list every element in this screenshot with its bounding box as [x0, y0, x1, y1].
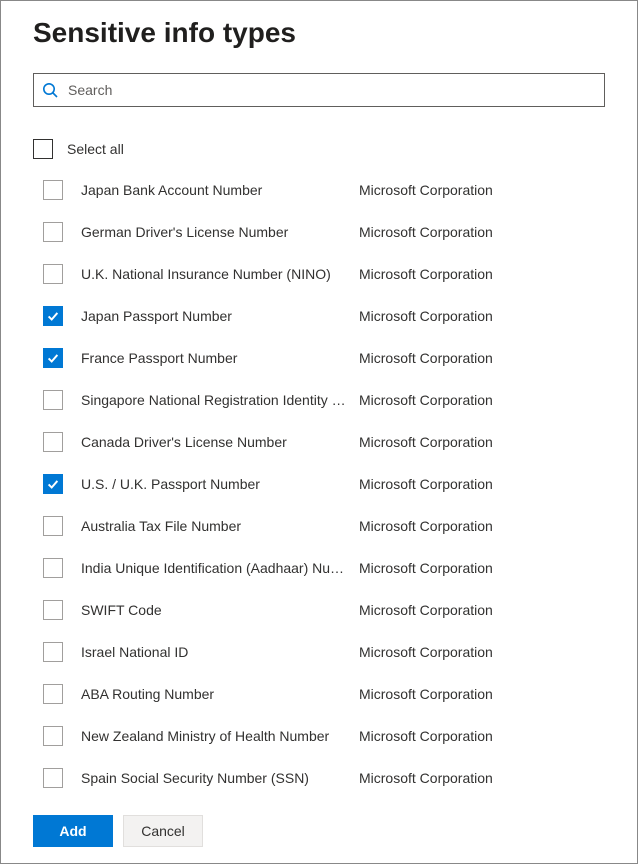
item-publisher: Microsoft Corporation	[359, 728, 605, 744]
item-name: Australia Tax File Number	[81, 518, 359, 534]
list-item[interactable]: Japan Bank Account NumberMicrosoft Corpo…	[33, 169, 605, 211]
list-item[interactable]: Canada Driver's License NumberMicrosoft …	[33, 421, 605, 463]
item-publisher: Microsoft Corporation	[359, 182, 605, 198]
item-name: German Driver's License Number	[81, 224, 359, 240]
item-publisher: Microsoft Corporation	[359, 686, 605, 702]
footer: Add Cancel	[1, 803, 637, 863]
item-name: Canada Driver's License Number	[81, 434, 359, 450]
item-name: ABA Routing Number	[81, 686, 359, 702]
item-publisher: Microsoft Corporation	[359, 434, 605, 450]
cancel-button[interactable]: Cancel	[123, 815, 203, 847]
select-all-label: Select all	[67, 141, 124, 157]
item-publisher: Microsoft Corporation	[359, 560, 605, 576]
item-name: U.K. National Insurance Number (NINO)	[81, 266, 359, 282]
item-name: Japan Passport Number	[81, 308, 359, 324]
list-item[interactable]: Japan Passport NumberMicrosoft Corporati…	[33, 295, 605, 337]
item-checkbox[interactable]	[43, 432, 63, 452]
list-item[interactable]: Australia Tax File NumberMicrosoft Corpo…	[33, 505, 605, 547]
item-publisher: Microsoft Corporation	[359, 602, 605, 618]
item-checkbox[interactable]	[43, 768, 63, 788]
item-publisher: Microsoft Corporation	[359, 518, 605, 534]
checkmark-icon	[46, 351, 60, 365]
item-checkbox[interactable]	[43, 264, 63, 284]
item-checkbox[interactable]	[43, 684, 63, 704]
item-name: Israel National ID	[81, 644, 359, 660]
item-checkbox[interactable]	[43, 474, 63, 494]
list-item[interactable]: Spain Social Security Number (SSN)Micros…	[33, 757, 605, 799]
checkmark-icon	[46, 309, 60, 323]
list-item[interactable]: New Zealand Ministry of Health NumberMic…	[33, 715, 605, 757]
list-item[interactable]: U.S. / U.K. Passport NumberMicrosoft Cor…	[33, 463, 605, 505]
list-item[interactable]: India Unique Identification (Aadhaar) Nu…	[33, 547, 605, 589]
list-item[interactable]: ABA Routing NumberMicrosoft Corporation	[33, 673, 605, 715]
item-publisher: Microsoft Corporation	[359, 770, 605, 786]
item-publisher: Microsoft Corporation	[359, 644, 605, 660]
list-item[interactable]: Israel National IDMicrosoft Corporation	[33, 631, 605, 673]
item-checkbox[interactable]	[43, 642, 63, 662]
item-checkbox[interactable]	[43, 726, 63, 746]
item-checkbox[interactable]	[43, 180, 63, 200]
item-name: SWIFT Code	[81, 602, 359, 618]
item-checkbox[interactable]	[43, 222, 63, 242]
item-checkbox[interactable]	[43, 600, 63, 620]
item-checkbox[interactable]	[43, 306, 63, 326]
list-item[interactable]: U.K. National Insurance Number (NINO)Mic…	[33, 253, 605, 295]
item-name: Japan Bank Account Number	[81, 182, 359, 198]
checkmark-icon	[46, 477, 60, 491]
item-checkbox[interactable]	[43, 558, 63, 578]
item-checkbox[interactable]	[43, 516, 63, 536]
list-item[interactable]: SWIFT CodeMicrosoft Corporation	[33, 589, 605, 631]
item-checkbox[interactable]	[43, 390, 63, 410]
item-publisher: Microsoft Corporation	[359, 392, 605, 408]
item-name: India Unique Identification (Aadhaar) Nu…	[81, 560, 359, 576]
search-input[interactable]	[66, 81, 596, 99]
item-checkbox[interactable]	[43, 348, 63, 368]
list-item[interactable]: Singapore National Registration Identity…	[33, 379, 605, 421]
search-input-wrapper[interactable]	[33, 73, 605, 107]
item-publisher: Microsoft Corporation	[359, 266, 605, 282]
item-name: Singapore National Registration Identity…	[81, 392, 359, 408]
item-publisher: Microsoft Corporation	[359, 224, 605, 240]
item-name: Spain Social Security Number (SSN)	[81, 770, 359, 786]
select-all-row: Select all	[33, 139, 605, 169]
item-publisher: Microsoft Corporation	[359, 350, 605, 366]
list-item[interactable]: France Passport NumberMicrosoft Corporat…	[33, 337, 605, 379]
search-icon	[42, 82, 58, 98]
item-name: U.S. / U.K. Passport Number	[81, 476, 359, 492]
items-list[interactable]: Japan Bank Account NumberMicrosoft Corpo…	[33, 169, 625, 803]
add-button[interactable]: Add	[33, 815, 113, 847]
item-publisher: Microsoft Corporation	[359, 476, 605, 492]
page-title: Sensitive info types	[33, 17, 605, 49]
select-all-checkbox[interactable]	[33, 139, 53, 159]
item-name: New Zealand Ministry of Health Number	[81, 728, 359, 744]
item-name: France Passport Number	[81, 350, 359, 366]
list-item[interactable]: German Driver's License NumberMicrosoft …	[33, 211, 605, 253]
item-publisher: Microsoft Corporation	[359, 308, 605, 324]
